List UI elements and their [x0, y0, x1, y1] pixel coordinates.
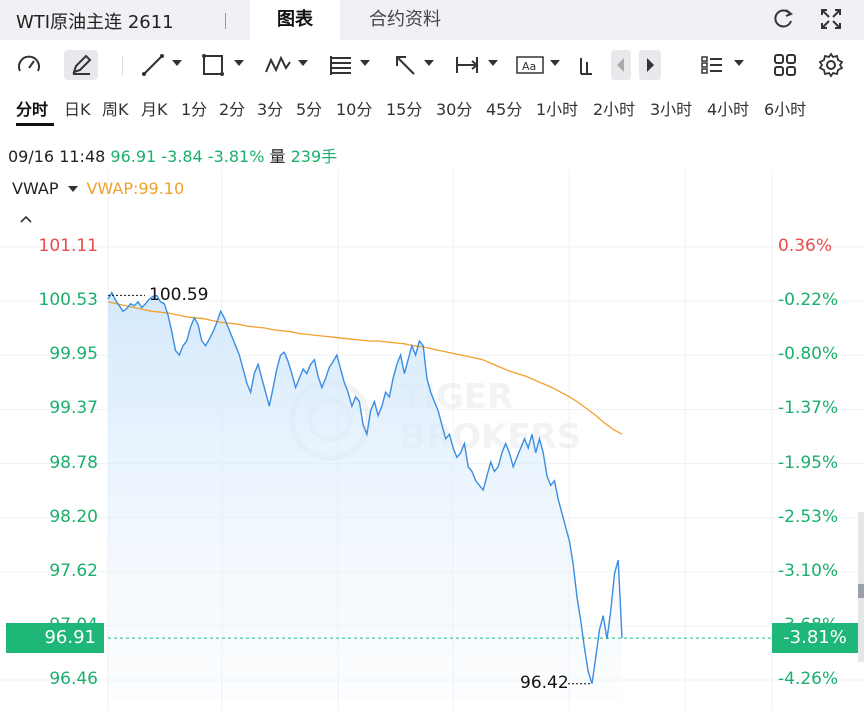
percent-tick-label: -1.37% — [778, 398, 839, 419]
period-tab[interactable]: 2分 — [219, 96, 245, 120]
chevron-down-icon[interactable] — [424, 60, 434, 66]
arrow-tool-icon[interactable] — [390, 50, 420, 80]
percent-tick-label: -2.53% — [778, 506, 839, 527]
title-divider — [225, 13, 226, 29]
period-tabs: 分时 日K 周K 月K 1分 2分 3分 5分 10分 15分 30分 45分 … — [0, 96, 864, 126]
wave-tool-icon[interactable] — [262, 50, 294, 80]
chevron-down-icon[interactable] — [734, 60, 744, 66]
price-tick-label: 99.95 — [49, 344, 98, 365]
chevron-down-icon[interactable] — [550, 60, 560, 66]
price-area — [108, 292, 622, 700]
gauge-icon[interactable] — [14, 50, 44, 80]
low-price-label: 96.42 — [520, 673, 569, 693]
period-tab[interactable]: 45分 — [486, 96, 522, 120]
percent-tick-label: -3.10% — [778, 560, 839, 581]
rect-tool-icon[interactable] — [198, 50, 228, 80]
price-tick-label: 100.53 — [38, 290, 98, 311]
period-tab[interactable]: 5分 — [296, 96, 322, 120]
period-tab[interactable]: 6小时 — [764, 96, 806, 120]
svg-text:Aa: Aa — [522, 60, 536, 73]
price-tick-label: 99.37 — [49, 398, 98, 419]
price-tick-label: 101.11 — [38, 236, 98, 256]
period-tab[interactable]: 10分 — [336, 96, 372, 120]
range-tool-icon[interactable] — [452, 50, 482, 80]
percent-tick-label: -0.22% — [778, 290, 839, 311]
tab-chart[interactable]: 图表 — [250, 0, 340, 40]
percent-tick-label: -4.26% — [778, 669, 839, 689]
volume-label: 量 — [269, 147, 286, 166]
period-tab[interactable]: 15分 — [386, 96, 422, 120]
line-tool-icon[interactable] — [138, 50, 168, 80]
high-price-label: 100.59 — [149, 285, 209, 305]
page-title: WTI原油主连 2611 — [16, 12, 174, 33]
active-tab-indicator — [16, 123, 54, 126]
price-tick-label: 96.46 — [49, 669, 98, 689]
price-tick-label: 98.20 — [49, 506, 98, 527]
settings-icon[interactable] — [816, 50, 846, 80]
period-tab[interactable]: 月K — [141, 96, 168, 120]
percent-tick-label: 0.36% — [778, 236, 833, 256]
period-tab[interactable]: 3分 — [257, 96, 283, 120]
chevron-down-icon[interactable] — [488, 60, 498, 66]
current-price-label: 96.91 — [6, 623, 104, 654]
grid-icon[interactable] — [770, 50, 800, 80]
percent-tick-label: -0.80% — [778, 344, 839, 365]
chevron-up-icon[interactable] — [18, 210, 34, 223]
chevron-down-icon[interactable] — [234, 60, 244, 66]
bar-icon[interactable] — [576, 50, 596, 80]
percent-tick-label: -1.95% — [778, 452, 839, 473]
period-tab[interactable]: 4小时 — [707, 96, 749, 120]
indicator-name[interactable]: VWAP — [12, 179, 58, 198]
quote-volume: 239手 — [290, 147, 338, 166]
period-tab[interactable]: 2小时 — [593, 96, 635, 120]
quote-price: 96.91 — [110, 147, 157, 166]
header-bar: WTI原油主连 2611 图表 合约资料 — [0, 0, 864, 40]
text-tool-icon[interactable]: Aa — [514, 50, 546, 80]
next-icon[interactable] — [639, 50, 661, 80]
fullscreen-icon[interactable] — [818, 6, 844, 32]
indicator-selector[interactable]: VWAP VWAP:99.10 — [12, 179, 184, 198]
current-pct-label: -3.81% — [772, 623, 858, 654]
side-scroll-thumb[interactable] — [858, 584, 864, 598]
period-tab[interactable]: 1小时 — [536, 96, 578, 120]
period-tab[interactable]: 分时 — [16, 96, 48, 120]
pen-icon[interactable] — [64, 50, 98, 80]
chevron-down-icon[interactable] — [360, 60, 370, 66]
intraday-chart[interactable]: TIGER BROKERS — [0, 170, 864, 711]
period-tab[interactable]: 3小时 — [650, 96, 692, 120]
chevron-down-icon[interactable] — [298, 60, 308, 66]
quote-info: 09/16 11:48 96.91 -3.84 -3.81% 量 239手 — [8, 143, 337, 167]
fib-tool-icon[interactable] — [326, 50, 356, 80]
prev-icon[interactable] — [611, 50, 631, 80]
list-icon[interactable] — [698, 50, 728, 80]
period-tab[interactable]: 日K — [64, 96, 91, 120]
period-tab[interactable]: 1分 — [181, 96, 207, 120]
quote-change: -3.84 — [161, 147, 203, 166]
toolbar-divider — [122, 55, 123, 75]
period-tab[interactable]: 30分 — [436, 96, 472, 120]
vwap-value: VWAP:99.10 — [86, 179, 185, 198]
tab-contract-info[interactable]: 合约资料 — [345, 0, 465, 40]
price-tick-label: 97.62 — [49, 560, 98, 581]
chevron-down-icon[interactable] — [172, 60, 182, 66]
price-tick-label: 98.78 — [49, 452, 98, 473]
refresh-icon[interactable] — [770, 6, 796, 32]
quote-datetime: 09/16 11:48 — [8, 147, 106, 166]
chevron-down-icon[interactable] — [68, 185, 79, 192]
period-tab[interactable]: 周K — [102, 96, 129, 120]
quote-change-pct: -3.81% — [207, 147, 265, 166]
drawing-toolbar: Aa — [0, 46, 864, 84]
